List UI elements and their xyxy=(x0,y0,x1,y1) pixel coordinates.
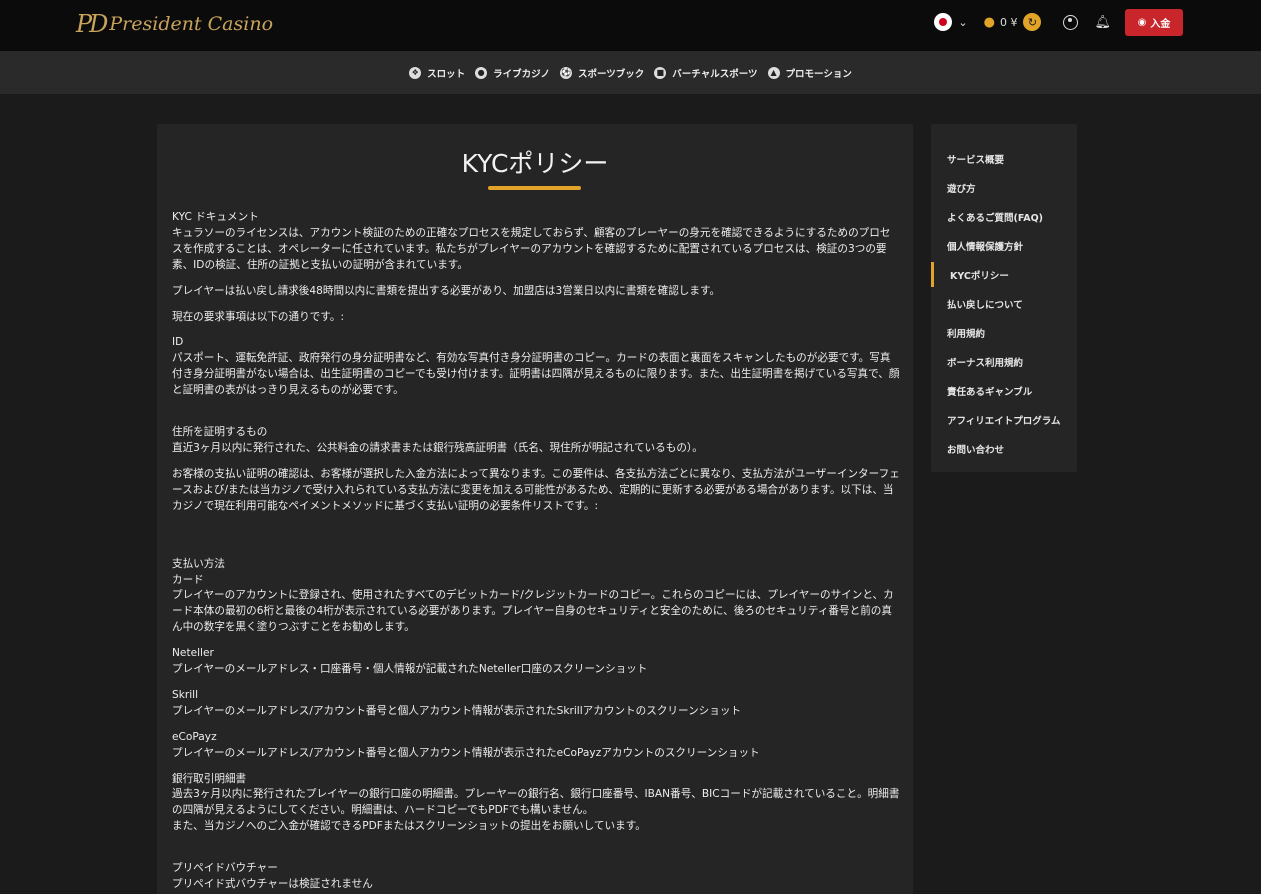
paragraph-line: プレイヤーのメールアドレス/アカウント番号と個人アカウント情報が表示されたeCo… xyxy=(172,746,760,759)
policy-body: KYC ドキュメント キュラソーのライセンスは、アカウント検証のための正確なプロ… xyxy=(172,210,900,894)
paragraph-line: eCoPayz xyxy=(172,730,217,743)
paragraph-bank-statement: 銀行取引明細書 過去3ヶ月以内に発行されたプレイヤーの銀行口座の明細書。プレーヤ… xyxy=(172,772,900,836)
paragraph-address-proof: 住所を証明するもの 直近3ヶ月以内に発行された、公共料金の請求書または銀行残高証… xyxy=(172,425,900,457)
paragraph-requirements: 現在の要求事項は以下の通りです。: xyxy=(172,310,900,326)
paragraph-line: プレイヤーのメールアドレス・口座番号・個人情報が記載されたNeteller口座の… xyxy=(172,663,648,676)
paragraph-line: KYC ドキュメント xyxy=(172,211,259,223)
nav-item-live-casino[interactable]: ● ライブカジノ xyxy=(475,66,550,80)
chevron-down-icon[interactable]: ⌄ xyxy=(958,16,967,29)
japan-flag-icon[interactable] xyxy=(934,13,953,31)
main-nav: ❖ スロット ● ライブカジノ ⚽ スポーツブック ■ バーチャルスポーツ ▲ … xyxy=(0,51,1261,94)
paragraph-line: パスポート、運転免許証、政府発行の身分証明書など、有効な写真付き身分証明書のコピ… xyxy=(172,352,900,397)
virtual-sports-icon: ■ xyxy=(654,66,667,79)
sidebar-item-refunds[interactable]: 払い戻しについて xyxy=(931,289,1077,318)
paragraph-prepaid-voucher: プリペイドバウチャー プリペイド式バウチャーは検証されません xyxy=(172,861,900,893)
sidebar-item-affiliate-program[interactable]: アフィリエイトプログラム xyxy=(931,405,1077,434)
paragraph-ecopayz: eCoPayz プレイヤーのメールアドレス/アカウント番号と個人アカウント情報が… xyxy=(172,730,900,762)
sidebar-item-service-overview[interactable]: サービス概要 xyxy=(931,144,1077,173)
nav-item-label: バーチャルスポーツ xyxy=(672,68,758,80)
paragraph-line: プリペイド式バウチャーは検証されません xyxy=(172,878,373,891)
nav-item-label: プロモーション xyxy=(785,68,852,80)
paragraph-line: カード xyxy=(172,573,204,586)
top-bar: PD President Casino ⌄ ● 0 ¥ ↻ 🔔︎ ◉ 入金 xyxy=(0,0,1261,51)
paragraph-line: 現在の要求事項は以下の通りです。: xyxy=(172,310,345,323)
nav-item-virtual-sports[interactable]: ■ バーチャルスポーツ xyxy=(654,66,758,80)
user-account-icon[interactable] xyxy=(1063,14,1079,30)
paragraph-line: プレイヤーは払い戻し請求後48時間以内に書類を提出する必要があり、加盟店は3営業… xyxy=(172,284,721,297)
paragraph-line: ID xyxy=(172,336,184,349)
paragraph-kyc-documents: KYC ドキュメント キュラソーのライセンスは、アカウント検証のための正確なプロ… xyxy=(172,210,900,274)
sidebar-item-faq[interactable]: よくあるご質問(FAQ) xyxy=(931,202,1077,231)
page-title: KYCポリシー xyxy=(461,149,609,178)
slot-icon: ❖ xyxy=(409,66,422,79)
paragraph-line: プレイヤーのアカウントに登録され、使用されたすべてのデビットカード/クレジットカ… xyxy=(172,589,894,634)
nav-item-label: ライブカジノ xyxy=(493,68,550,80)
paragraph-deadline: プレイヤーは払い戻し請求後48時間以内に書類を提出する必要があり、加盟店は3営業… xyxy=(172,284,900,300)
sportsbook-icon: ⚽ xyxy=(559,66,572,79)
sidebar-item-terms[interactable]: 利用規約 xyxy=(931,318,1077,347)
paragraph-payment-proof: お客様の支払い証明の確認は、お客様が選択した入金方法によって異なります。この要件… xyxy=(172,467,900,515)
paragraph-line: Skrill xyxy=(172,688,199,701)
deposit-button[interactable]: ◉ 入金 xyxy=(1125,8,1183,36)
sidebar-item-privacy-policy[interactable]: 個人情報保護方針 xyxy=(931,231,1077,260)
nav-item-slot[interactable]: ❖ スロット xyxy=(409,66,465,80)
paragraph-line: Neteller xyxy=(172,647,214,660)
paragraph-line: キュラソーのライセンスは、アカウント検証のための正確なプロセスを規定しておらず、… xyxy=(172,226,891,271)
paragraph-line: 銀行取引明細書 xyxy=(172,772,247,785)
paragraph-line: プリペイドバウチャー xyxy=(172,862,278,875)
piggy-bank-icon: ● xyxy=(983,14,995,30)
coins-icon: ◉ xyxy=(1137,16,1147,28)
paragraph-line: 支払い方法 xyxy=(172,557,225,570)
paragraph-line: 過去3ヶ月以内に発行されたプレイヤーの銀行口座の明細書。プレーヤーの銀行名、銀行… xyxy=(172,788,900,817)
sidebar-item-contact[interactable]: お問い合わせ xyxy=(931,434,1077,463)
live-casino-icon: ● xyxy=(475,66,488,79)
bell-icon[interactable]: 🔔︎ xyxy=(1094,15,1111,30)
sidebar-item-responsible-gambling[interactable]: 責任あるギャンブル xyxy=(931,376,1077,405)
info-sidebar: サービス概要 遊び方 よくあるご質問(FAQ) 個人情報保護方針 KYCポリシー… xyxy=(931,124,1077,472)
header-actions: ⌄ ● 0 ¥ ↻ 🔔︎ ◉ 入金 xyxy=(934,8,1183,36)
paragraph-line: また、当カジノへのご入金が確認できるPDFまたはスクリーンショットの提出をお願い… xyxy=(172,820,646,833)
sidebar-item-kyc-policy[interactable]: KYCポリシー xyxy=(931,260,1077,289)
refresh-balance-icon[interactable]: ↻ xyxy=(1023,13,1042,31)
nav-item-label: スロット xyxy=(427,68,466,80)
logo-mark: PD xyxy=(76,10,108,38)
president-casino-logo[interactable]: PD President Casino xyxy=(76,9,273,39)
title-underline xyxy=(488,186,581,190)
paragraph-line: プレイヤーのメールアドレス/アカウント番号と個人アカウント情報が表示されたSkr… xyxy=(172,704,742,717)
paragraph-line: お客様の支払い証明の確認は、お客様が選択した入金方法によって異なります。この要件… xyxy=(172,467,900,512)
paragraph-line: 住所を証明するもの xyxy=(172,426,268,439)
paragraph-neteller: Neteller プレイヤーのメールアドレス・口座番号・個人情報が記載されたNe… xyxy=(172,646,900,678)
sidebar-item-bonus-terms[interactable]: ボーナス利用規約 xyxy=(931,347,1077,376)
nav-item-promotion[interactable]: ▲ プロモーション xyxy=(767,66,852,80)
balance-amount: 0 ¥ xyxy=(999,15,1018,29)
sidebar-item-how-to-play[interactable]: 遊び方 xyxy=(931,173,1077,202)
paragraph-line: 直近3ヶ月以内に発行された、公共料金の請求書または銀行残高証明書（氏名、現住所が… xyxy=(172,441,703,454)
kyc-policy-content: KYCポリシー KYC ドキュメント キュラソーのライセンスは、アカウント検証の… xyxy=(157,124,913,894)
nav-item-label: スポーツブック xyxy=(577,68,645,80)
paragraph-skrill: Skrill プレイヤーのメールアドレス/アカウント番号と個人アカウント情報が表… xyxy=(172,688,900,720)
paragraph-card: 支払い方法 カード プレイヤーのアカウントに登録され、使用されたすべてのデビット… xyxy=(172,557,900,637)
promotion-icon: ▲ xyxy=(767,66,780,79)
deposit-label: 入金 xyxy=(1150,18,1171,30)
nav-item-sportsbook[interactable]: ⚽ スポーツブック xyxy=(559,66,645,80)
logo-text: President Casino xyxy=(109,13,274,35)
paragraph-id: ID パスポート、運転免許証、政府発行の身分証明書など、有効な写真付き身分証明書… xyxy=(172,335,900,399)
